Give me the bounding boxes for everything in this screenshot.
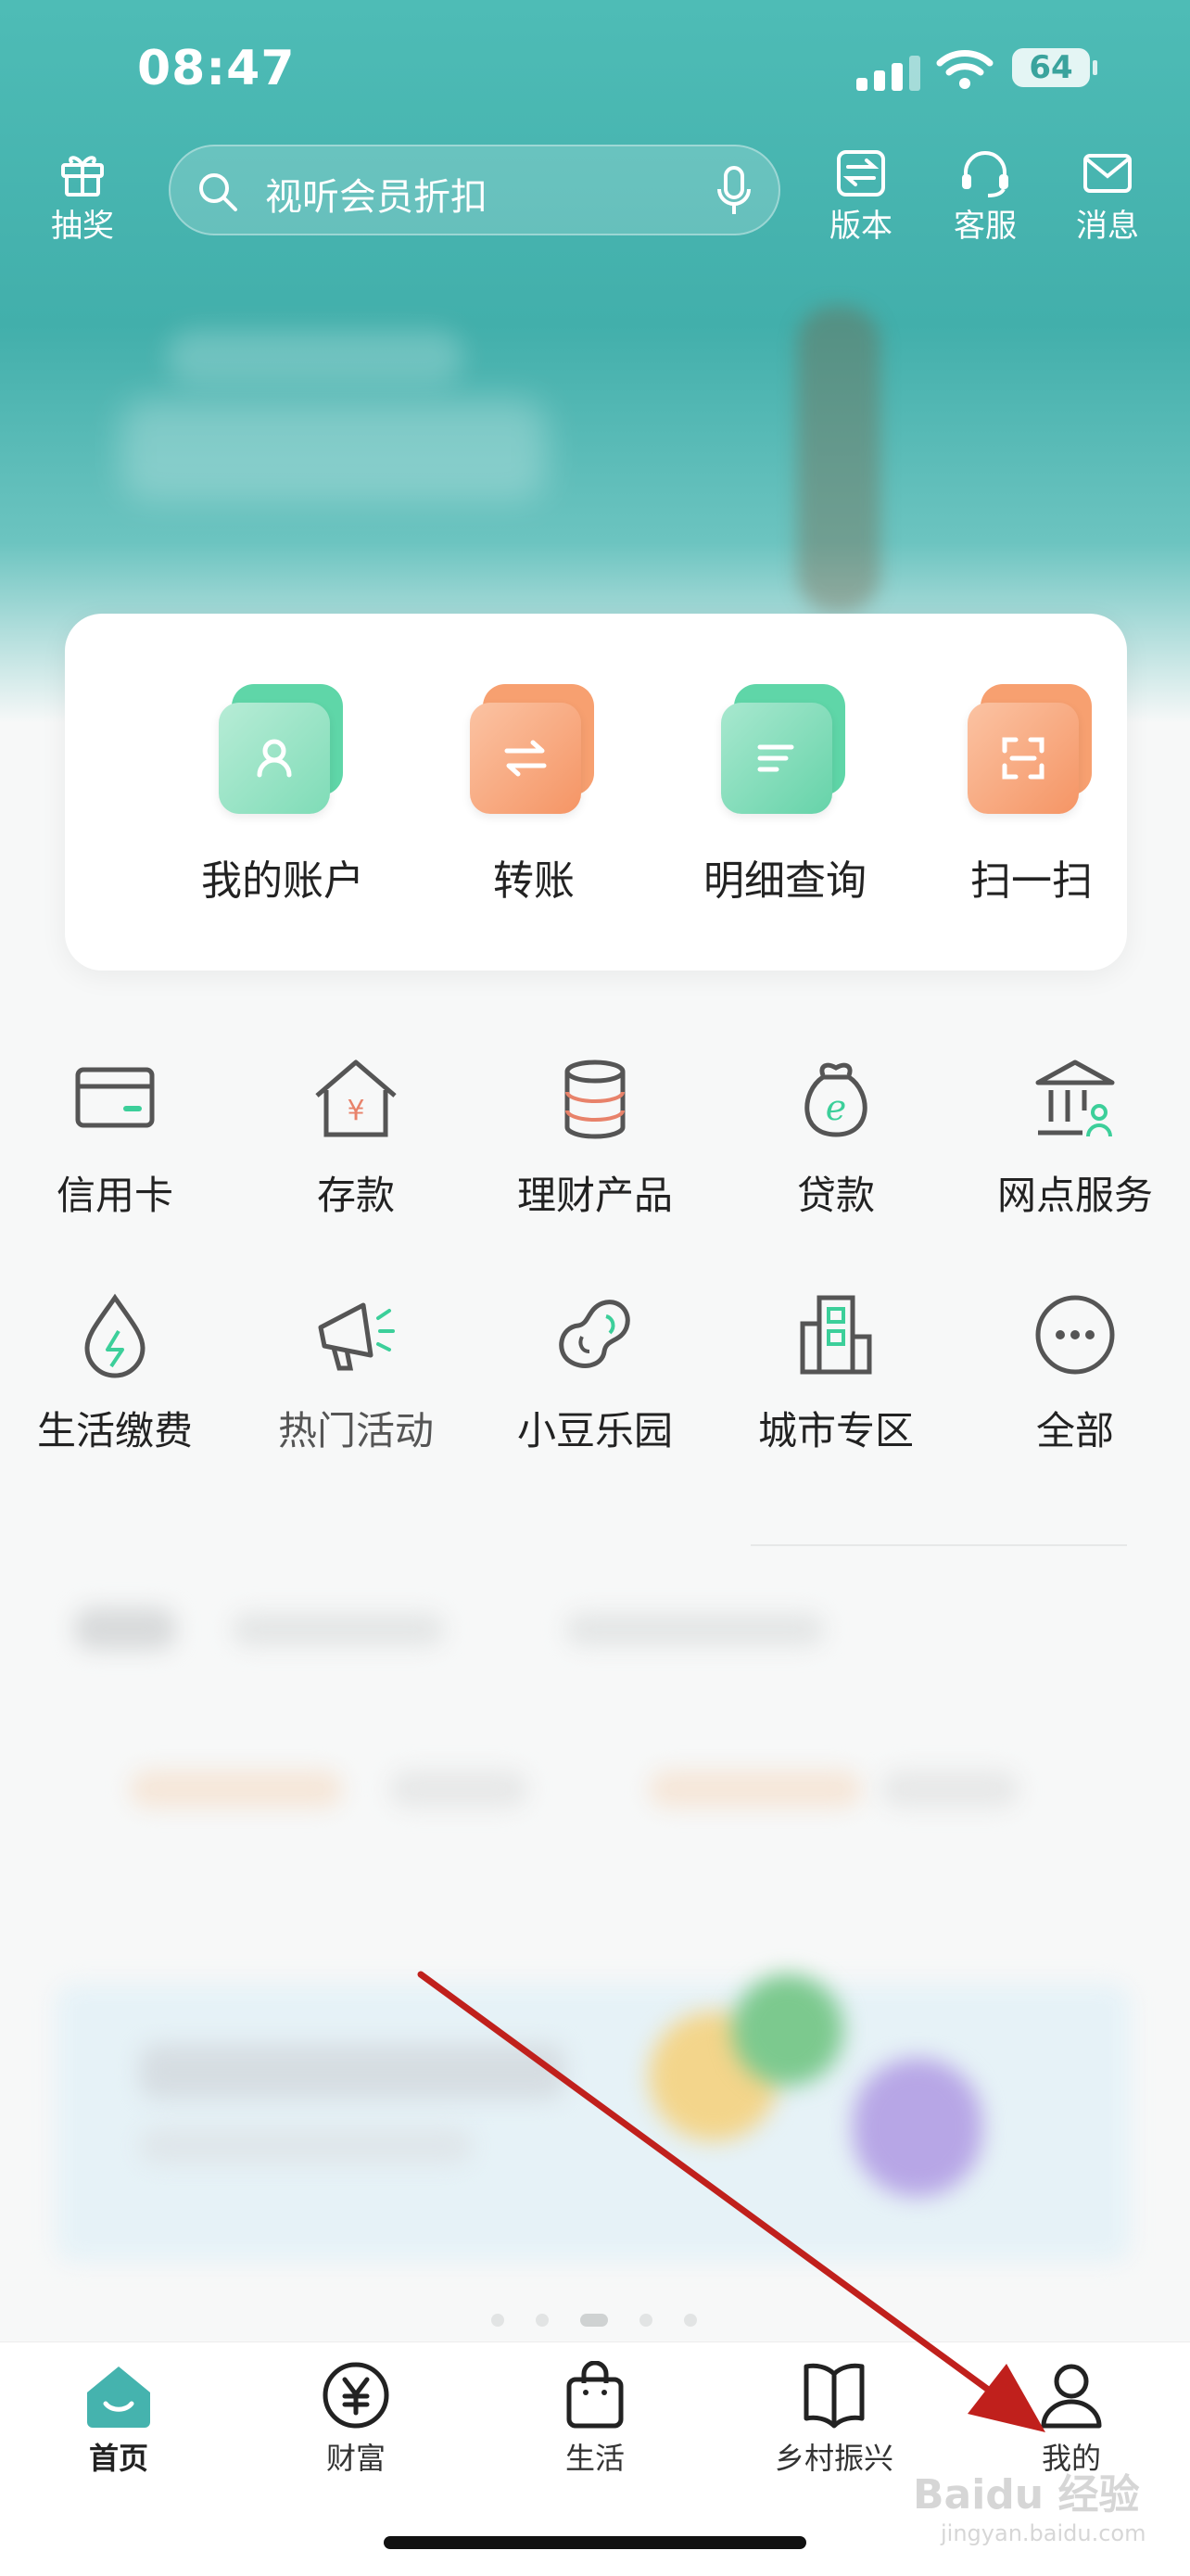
watermark-text: Baidu 经验 — [913, 2471, 1140, 2519]
watermark: Baidu 经验 jingyan.baidu.com — [913, 2461, 1146, 2546]
home-indicator[interactable] — [384, 2536, 806, 2549]
watermark-subtext: jingyan.baidu.com — [941, 2520, 1146, 2546]
annotation-arrow — [417, 1971, 1045, 2432]
